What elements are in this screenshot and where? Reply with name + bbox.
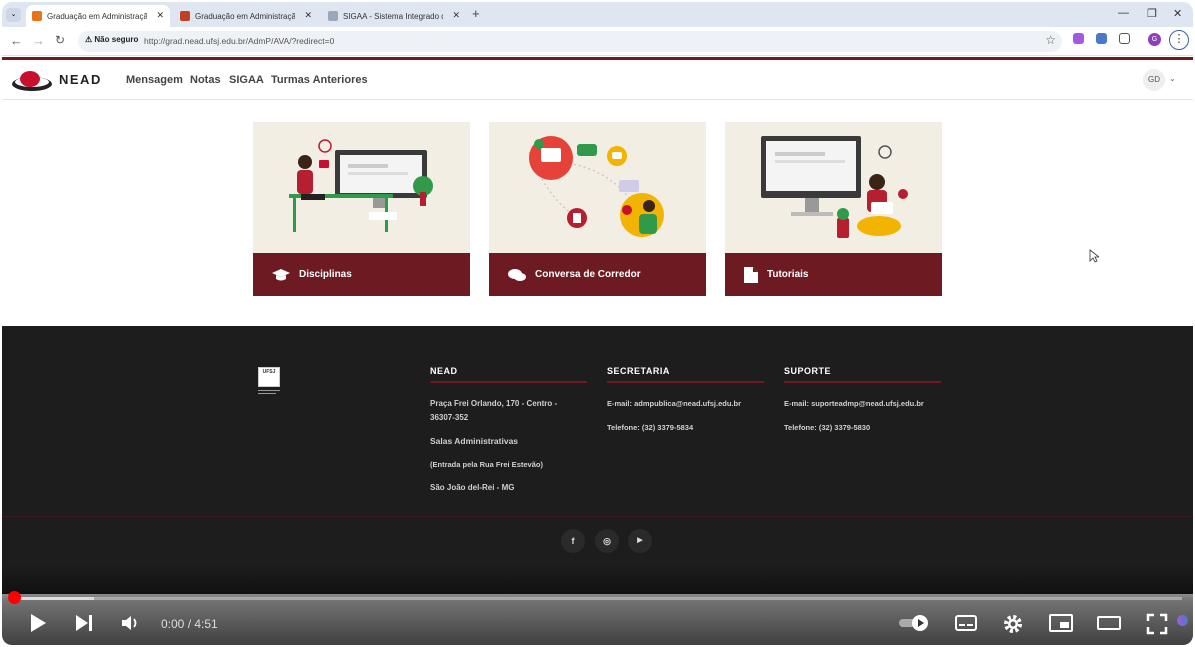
study-illustration [289, 139, 433, 232]
youtube-icon[interactable]: ▶ [628, 529, 652, 553]
document-icon [744, 266, 758, 283]
footer-rooms: Salas Administrativas [430, 436, 519, 446]
forward-icon[interactable]: → [32, 33, 45, 48]
instagram-icon[interactable]: ◎ [595, 529, 619, 553]
chevron-down-icon[interactable]: ⌄ [1169, 74, 1176, 83]
extension-icon[interactable] [1073, 33, 1084, 44]
reload-icon[interactable]: ↻ [55, 33, 65, 47]
menu-notas[interactable]: Notas [190, 74, 221, 86]
video-frame: ⌄ Graduação em Administração P ✕ Graduaç… [2, 2, 1193, 645]
card-label: Disciplinas [299, 269, 352, 280]
card-disciplinas[interactable]: Disciplinas [253, 122, 470, 296]
video-time: 0:00 / 4:51 [161, 617, 218, 631]
card-conversa-de-corredor[interactable]: Conversa de Corredor [489, 122, 706, 296]
menu-turmas-anteriores[interactable]: Turmas Anteriores [271, 74, 368, 86]
bookmark-star-icon[interactable]: ☆ [1045, 33, 1056, 47]
theater-mode-icon[interactable] [1096, 613, 1122, 633]
progress-scrubber-handle[interactable] [8, 591, 21, 604]
footer-entrance: (Entrada pela Rua Frei Estevão) [430, 460, 543, 469]
profile-avatar[interactable]: G [1148, 33, 1161, 46]
card-label-bar[interactable]: Conversa de Corredor [489, 253, 706, 296]
footer-divider-line [2, 516, 1193, 517]
chat-illustration [528, 136, 664, 237]
extension-overlay-icon[interactable] [1177, 615, 1188, 626]
security-warning[interactable]: ⚠ Não seguro [85, 35, 138, 44]
extension-icon[interactable] [1096, 33, 1107, 44]
tab-search-icon[interactable]: ⌄ [6, 8, 21, 22]
tab-favicon [32, 11, 42, 21]
facebook-icon[interactable]: f [561, 529, 585, 553]
settings-gear-icon[interactable] [1002, 613, 1024, 635]
subtitles-icon[interactable] [954, 613, 978, 633]
graduation-cap-icon [272, 268, 290, 280]
ufsj-logo-text: UFSJ [258, 367, 280, 387]
fullscreen-icon[interactable] [1146, 613, 1168, 635]
ufsj-logo[interactable]: UFSJ [258, 367, 280, 395]
site-footer: UFSJ NEAD Praça Frei Orlando, 170 - Cent… [2, 326, 1193, 594]
browser-menu-icon[interactable]: ⋮ [1169, 30, 1189, 50]
footer-heading-secretaria: SECRETARIA [607, 366, 670, 376]
extensions-puzzle-icon[interactable] [1119, 33, 1130, 44]
miniplayer-icon[interactable] [1048, 613, 1074, 633]
restore-icon[interactable]: ❐ [1147, 7, 1157, 20]
address-bar[interactable]: ⚠ Não seguro http://grad.nead.ufsj.edu.b… [78, 31, 1062, 52]
footer-heading-nead: NEAD [430, 366, 458, 376]
mouse-cursor-icon [1089, 249, 1099, 263]
brand-name[interactable]: NEAD [59, 72, 102, 87]
footer-heading-suporte: SUPORTE [784, 366, 832, 376]
tab-favicon [328, 11, 338, 21]
next-video-icon[interactable] [74, 613, 94, 633]
nead-logo[interactable] [11, 69, 53, 93]
tutorial-illustration [761, 136, 908, 238]
profile-letter: G [1151, 36, 1158, 43]
autoplay-toggle-icon[interactable] [898, 613, 932, 633]
video-progress-bar[interactable] [14, 597, 1182, 600]
footer-city: São João del-Rei - MG [430, 483, 515, 492]
tab-title: Graduação em Administração P [47, 11, 147, 21]
footer-divider [784, 381, 941, 383]
tab-favicon [180, 11, 190, 21]
security-label: Não seguro [94, 35, 139, 44]
play-icon[interactable] [29, 613, 47, 633]
card-label: Conversa de Corredor [535, 269, 641, 280]
site-header: NEAD Mensagem Notas SIGAA Turmas Anterio… [2, 60, 1193, 100]
new-tab-button[interactable]: + [472, 6, 480, 21]
chat-bubbles-icon [508, 268, 526, 281]
card-label-bar[interactable]: Tutoriais [725, 253, 942, 296]
minimize-icon[interactable]: — [1118, 7, 1129, 19]
footer-divider [607, 381, 764, 383]
footer-suporte-email[interactable]: E-mail: suporteadmp@nead.ufsj.edu.br [784, 397, 924, 411]
close-window-icon[interactable]: ✕ [1173, 7, 1182, 20]
close-tab-icon[interactable]: ✕ [452, 10, 460, 21]
volume-icon[interactable] [120, 613, 142, 633]
browser-tab-1[interactable]: Graduação em Administração P ✕ [26, 5, 170, 27]
url-text: http://grad.nead.ufsj.edu.br/AdmP/AVA/?r… [144, 36, 335, 46]
tab-title: Graduação em Administração P [195, 11, 295, 21]
tab-title: SIGAA - Sistema Integrado de G [343, 11, 443, 21]
close-tab-icon[interactable]: ✕ [156, 10, 164, 21]
card-label-bar[interactable]: Disciplinas [253, 253, 470, 296]
user-initials: GD [1148, 75, 1160, 84]
footer-suporte-phone: Telefone: (32) 3379-5830 [784, 423, 871, 432]
close-tab-icon[interactable]: ✕ [304, 10, 312, 21]
back-icon[interactable]: ← [10, 33, 23, 48]
browser-toolbar: ← → ↻ ⚠ Não seguro http://grad.nead.ufsj… [2, 27, 1193, 56]
footer-divider [430, 381, 587, 383]
footer-secretaria-email[interactable]: E-mail: admpublica@nead.ufsj.edu.br [607, 397, 741, 411]
browser-tab-bar: ⌄ Graduação em Administração P ✕ Graduaç… [2, 2, 1193, 27]
user-avatar[interactable]: GD [1143, 69, 1165, 91]
footer-address: Praça Frei Orlando, 170 - Centro - 36307… [430, 399, 558, 422]
menu-mensagem[interactable]: Mensagem [126, 74, 183, 86]
browser-tab-3[interactable]: SIGAA - Sistema Integrado de G ✕ [322, 5, 466, 27]
card-tutoriais[interactable]: Tutoriais [725, 122, 942, 296]
menu-sigaa[interactable]: SIGAA [229, 74, 264, 86]
browser-tab-2[interactable]: Graduação em Administração P ✕ [174, 5, 318, 27]
buffered-bar [14, 597, 94, 600]
footer-secretaria-phone: Telefone: (32) 3379-5834 [607, 423, 694, 432]
card-label: Tutoriais [767, 269, 809, 280]
